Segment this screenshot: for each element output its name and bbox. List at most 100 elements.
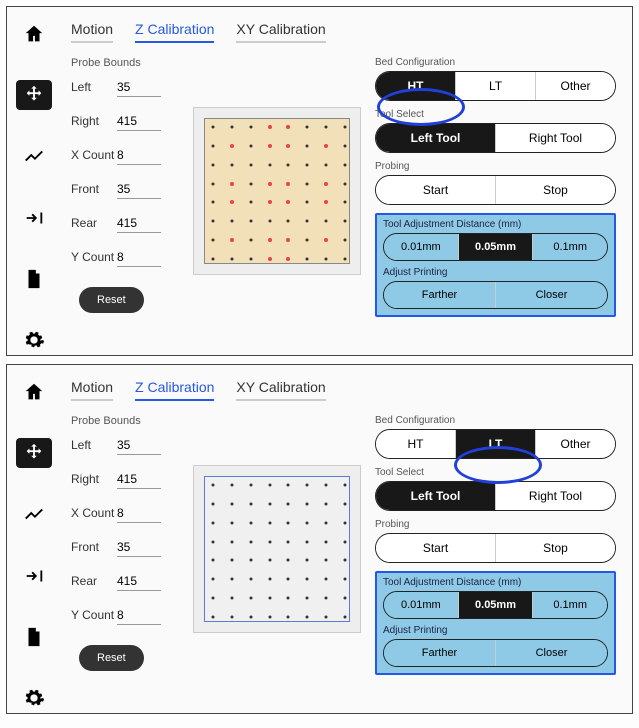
probe-point xyxy=(287,559,290,562)
probe-point xyxy=(268,257,272,261)
field-x-count: X Count 8 xyxy=(71,501,179,525)
tool-left[interactable]: Left Tool xyxy=(376,124,496,152)
probe-point xyxy=(230,163,233,166)
tool-left[interactable]: Left Tool xyxy=(376,482,496,510)
probe-point xyxy=(344,258,347,261)
nav-chart-icon[interactable] xyxy=(16,142,52,171)
field-value[interactable]: 8 xyxy=(117,606,161,625)
probe-point xyxy=(230,521,233,524)
adjust-005[interactable]: 0.05mm xyxy=(459,592,534,618)
bed-other[interactable]: Other xyxy=(536,72,615,100)
probe-point xyxy=(212,163,215,166)
tab-xycal[interactable]: XY Calibration xyxy=(236,17,325,43)
probe-grid xyxy=(193,465,361,633)
field-value[interactable]: 415 xyxy=(117,214,161,233)
adjust-01[interactable]: 0.1mm xyxy=(533,592,607,618)
probing-stop[interactable]: Stop xyxy=(496,176,615,204)
nav-file-icon[interactable] xyxy=(16,622,52,651)
adjust-01[interactable]: 0.1mm xyxy=(533,234,607,260)
probe-point xyxy=(324,182,328,186)
nav-home-icon[interactable] xyxy=(16,19,52,48)
probe-point xyxy=(212,521,215,524)
field-label: Left xyxy=(71,438,117,452)
field-value[interactable]: 415 xyxy=(117,112,161,131)
probe-point xyxy=(325,220,328,223)
probe-point xyxy=(249,578,252,581)
nav-tab-icon[interactable] xyxy=(16,203,52,232)
probe-point xyxy=(268,163,271,166)
tool-right[interactable]: Right Tool xyxy=(496,124,615,152)
bed-lt[interactable]: LT xyxy=(456,72,536,100)
probe-point xyxy=(230,540,233,543)
bed-ht[interactable]: HT xyxy=(376,430,456,458)
field-value[interactable]: 35 xyxy=(117,436,161,455)
tab-zcal[interactable]: Z Calibration xyxy=(135,17,214,43)
adjust-dist-title: Tool Adjustment Distance (mm) xyxy=(383,577,608,588)
probe-point xyxy=(306,521,309,524)
tabs: Motion Z Calibration XY Calibration xyxy=(71,375,616,401)
bed-config-title: Bed Configuration xyxy=(375,57,616,68)
field-value[interactable]: 415 xyxy=(117,470,161,489)
probe-point xyxy=(286,125,290,129)
sidebar xyxy=(7,365,61,713)
tab-zcal[interactable]: Z Calibration xyxy=(135,375,214,401)
probe-point xyxy=(249,163,252,166)
field-value[interactable]: 35 xyxy=(117,78,161,97)
probe-point xyxy=(230,597,233,600)
adjust-closer[interactable]: Closer xyxy=(496,640,607,666)
field-value[interactable]: 8 xyxy=(117,146,161,165)
adjust-dist-group: 0.01mm 0.05mm 0.1mm xyxy=(383,233,608,261)
field-value[interactable]: 35 xyxy=(117,538,161,557)
bed-other[interactable]: Other xyxy=(536,430,615,458)
field-value[interactable]: 35 xyxy=(117,180,161,199)
zcal-panel-0: Motion Z Calibration XY Calibration Prob… xyxy=(6,6,633,356)
adjust-print-group: Farther Closer xyxy=(383,281,608,309)
probe-point xyxy=(268,597,271,600)
nav-home-icon[interactable] xyxy=(16,377,52,406)
nav-file-icon[interactable] xyxy=(16,264,52,293)
tool-select-group: Left Tool Right Tool xyxy=(375,123,616,153)
reset-button[interactable]: Reset xyxy=(79,287,144,313)
field-value[interactable]: 8 xyxy=(117,248,161,267)
tab-motion[interactable]: Motion xyxy=(71,17,113,43)
field-value[interactable]: 415 xyxy=(117,572,161,591)
nav-gear-icon[interactable] xyxy=(16,684,52,713)
probing-start[interactable]: Start xyxy=(376,534,496,562)
tab-xycal[interactable]: XY Calibration xyxy=(236,375,325,401)
probe-point xyxy=(306,126,309,129)
probe-point xyxy=(230,502,233,505)
field-value[interactable]: 8 xyxy=(117,504,161,523)
reset-button[interactable]: Reset xyxy=(79,645,144,671)
probe-point xyxy=(306,201,309,204)
bed-ht[interactable]: HT xyxy=(376,72,456,100)
nav-gear-icon[interactable] xyxy=(16,326,52,355)
adjust-farther[interactable]: Farther xyxy=(384,282,496,308)
probe-point xyxy=(286,200,290,204)
probe-point xyxy=(212,126,215,129)
probe-point xyxy=(249,182,252,185)
adjust-closer[interactable]: Closer xyxy=(496,282,607,308)
probe-point xyxy=(325,258,328,261)
bed-lt[interactable]: LT xyxy=(456,430,536,458)
adjust-farther[interactable]: Farther xyxy=(384,640,496,666)
nav-move-icon[interactable] xyxy=(16,80,52,109)
probing-stop[interactable]: Stop xyxy=(496,534,615,562)
probe-bounds-title: Probe Bounds xyxy=(71,415,179,427)
nav-chart-icon[interactable] xyxy=(16,500,52,529)
probe-point xyxy=(287,597,290,600)
adjust-001[interactable]: 0.01mm xyxy=(384,592,459,618)
tab-motion[interactable]: Motion xyxy=(71,375,113,401)
tool-right[interactable]: Right Tool xyxy=(496,482,615,510)
field-label: Front xyxy=(71,540,117,554)
nav-tab-icon[interactable] xyxy=(16,561,52,590)
probe-point xyxy=(268,220,271,223)
tool-select-group: Left Tool Right Tool xyxy=(375,481,616,511)
field-label: Right xyxy=(71,472,117,486)
adjust-001[interactable]: 0.01mm xyxy=(384,234,459,260)
probing-start[interactable]: Start xyxy=(376,176,496,204)
nav-move-icon[interactable] xyxy=(16,438,52,467)
probe-point xyxy=(212,484,215,487)
field-label: Front xyxy=(71,182,117,196)
adjust-005[interactable]: 0.05mm xyxy=(459,234,534,260)
probe-bounds-title: Probe Bounds xyxy=(71,57,179,69)
